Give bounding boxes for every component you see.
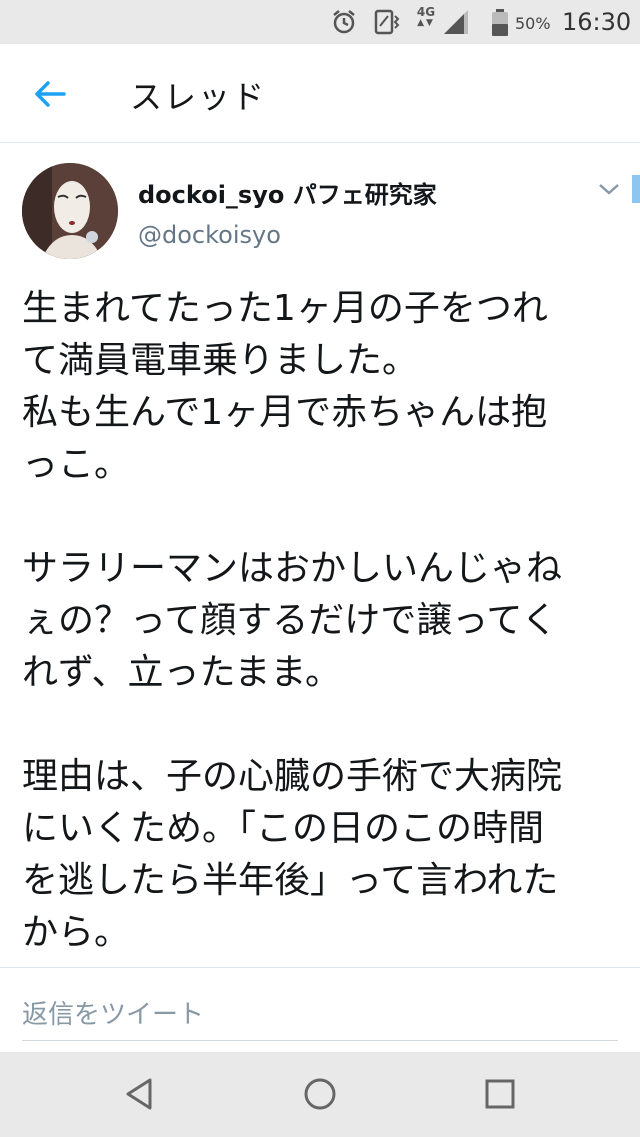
clock-time: 16:30 — [562, 8, 632, 36]
chevron-down-icon[interactable] — [596, 179, 622, 199]
battery-percent: 50% — [515, 14, 551, 33]
navigation-bar — [0, 1052, 640, 1137]
back-triangle-icon[interactable] — [120, 1074, 160, 1114]
network-type: 4G ▲▼ — [412, 6, 440, 28]
status-bar: 4G ▲▼ 50% 16:30 — [0, 0, 640, 44]
display-name[interactable]: dockoi_syo パフェ研究家 — [138, 175, 437, 210]
app-header: スレッド — [0, 44, 640, 143]
page-title: スレッド — [130, 78, 267, 116]
home-circle-icon[interactable] — [300, 1074, 340, 1114]
network-label: 4G — [416, 5, 436, 19]
user-handle[interactable]: @dockoisyo — [138, 221, 281, 249]
tweet-text: 生まれてたった1ヶ月の子をつれ て満員電車乗りました。 私も生んで1ヶ月で赤ちゃ… — [22, 288, 563, 953]
alarm-icon — [333, 10, 355, 34]
tweet: dockoi_syo パフェ研究家 @dockoisyo 生まれてたった1ヶ月の… — [0, 143, 640, 955]
reply-bar — [0, 967, 640, 1053]
recents-square-icon[interactable] — [480, 1074, 520, 1114]
arrow-left-icon[interactable] — [30, 74, 70, 114]
noh-mask-avatar — [22, 163, 118, 259]
data-arrows-icon: ▲▼ — [417, 18, 435, 28]
signal-icon — [444, 10, 468, 34]
battery-icon — [492, 9, 508, 36]
vibrate-icon — [374, 9, 400, 35]
scroll-indicator — [632, 175, 640, 203]
avatar[interactable] — [22, 163, 118, 259]
reply-input[interactable] — [22, 990, 618, 1041]
